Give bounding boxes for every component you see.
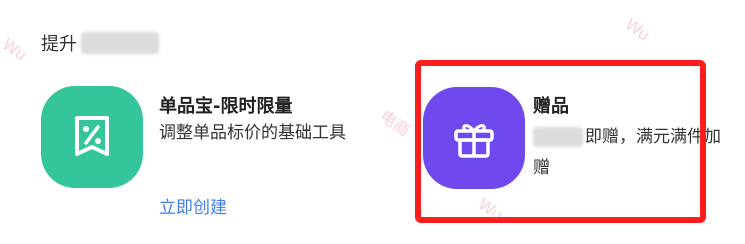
watermark: 电商: [376, 106, 414, 141]
section-title: 提升: [41, 30, 159, 56]
watermark: Wu: [0, 34, 31, 65]
card-description: 调整单品标价的基础工具: [159, 123, 346, 143]
gift-icon: [423, 87, 525, 189]
percent-tag-icon: [41, 86, 143, 188]
card-description: 即赠，满元满件加赠: [533, 122, 733, 184]
card-title: 赠品: [533, 96, 569, 117]
create-now-link[interactable]: 立即创建: [159, 193, 227, 218]
watermark: Wu: [621, 14, 654, 45]
card-title: 单品宝-限时限量: [159, 96, 293, 117]
redacted-text: [81, 32, 159, 54]
watermark: Wu: [474, 194, 507, 225]
redacted-text: [533, 127, 583, 147]
section-title-text: 提升: [41, 34, 77, 55]
